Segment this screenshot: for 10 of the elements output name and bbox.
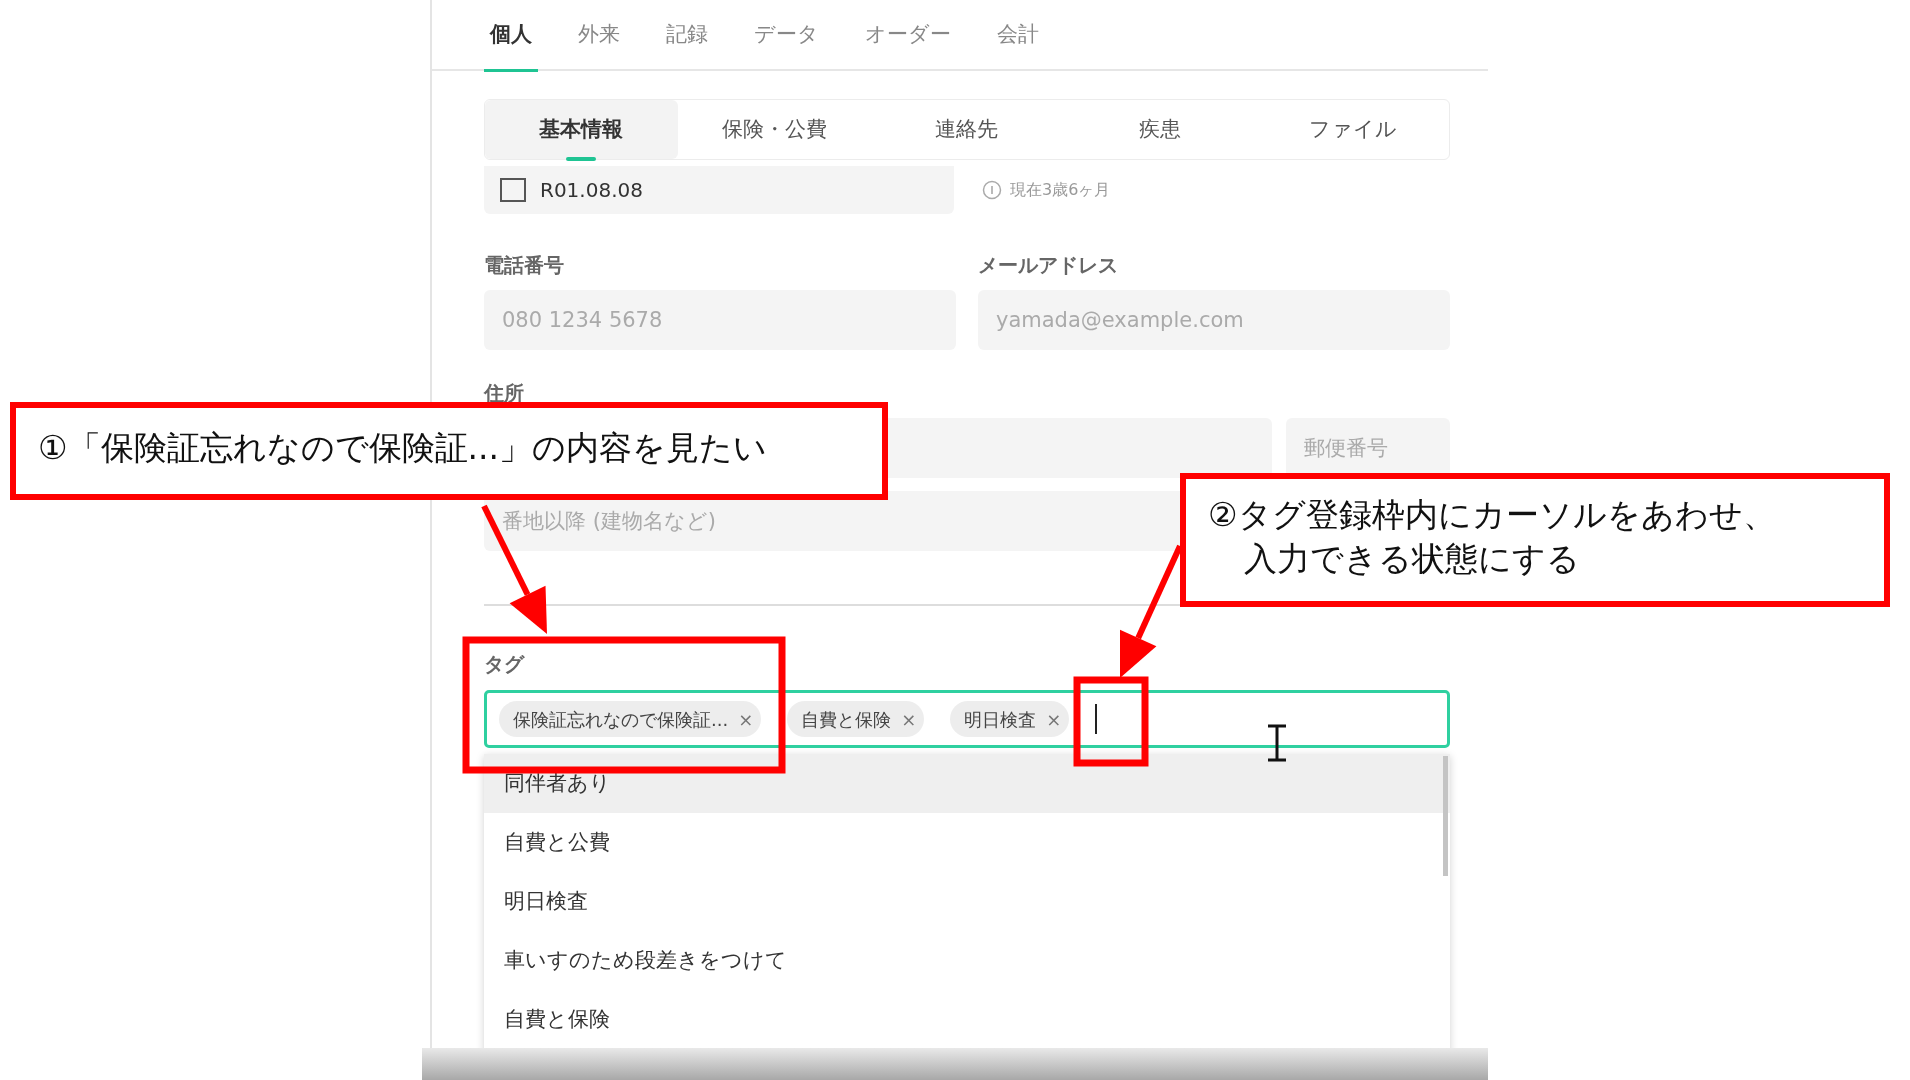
field-label: 電話番号 <box>484 253 564 277</box>
tag-label: 保険証忘れなので保険証... <box>513 707 729 732</box>
tag-label: 明日検査 <box>964 707 1037 732</box>
field-label: メールアドレス <box>978 253 1118 277</box>
date-value: R01.08.08 <box>540 177 643 204</box>
field-label: タグ <box>484 652 524 676</box>
field-label: 住所 <box>484 381 524 405</box>
age-note: 現在3歳6ヶ月 <box>1010 179 1111 201</box>
callout-text: ①「保険証忘れなので保険証...」の内容を見たい <box>38 427 769 469</box>
tag-label: 自費と保険 <box>801 707 892 732</box>
